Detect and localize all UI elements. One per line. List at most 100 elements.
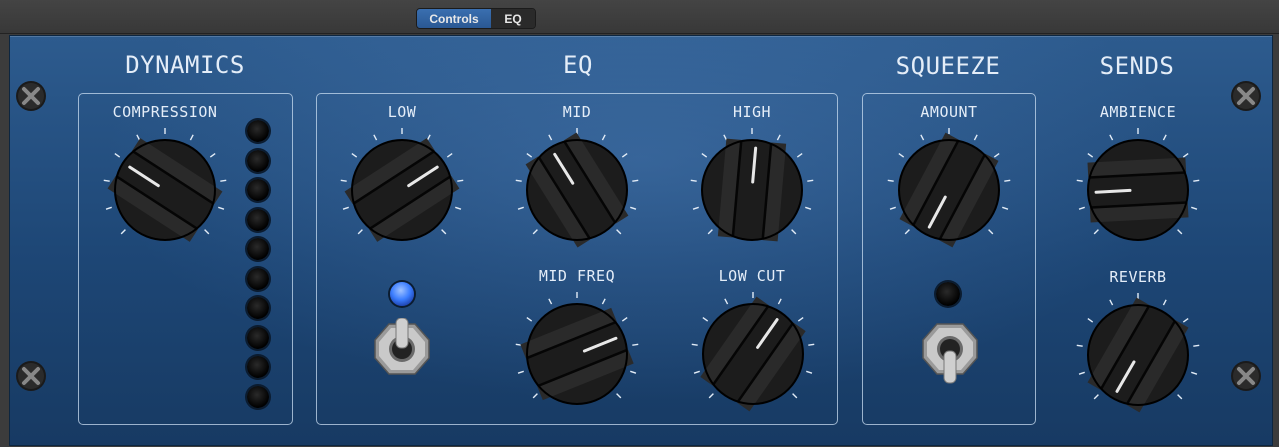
knob-tick xyxy=(1177,229,1183,235)
knob-tick xyxy=(426,134,431,141)
knob-tick xyxy=(887,179,894,182)
knob-tick xyxy=(632,179,639,182)
knob-tick xyxy=(189,134,194,141)
knob-tick xyxy=(455,206,462,210)
knob-tick xyxy=(693,370,700,374)
meter-led xyxy=(247,297,269,319)
knob-tick xyxy=(708,393,714,399)
tab-controls[interactable]: Controls xyxy=(417,9,491,28)
knob-tick xyxy=(1076,179,1083,182)
amount-label: AMOUNT xyxy=(920,103,978,121)
knob-tick xyxy=(220,179,227,182)
knob-tick xyxy=(114,152,121,158)
knob-tick xyxy=(630,370,637,374)
eq-high-knob[interactable] xyxy=(687,125,817,255)
meter-led xyxy=(247,238,269,260)
knob-tick xyxy=(988,229,994,235)
meter-led xyxy=(247,356,269,378)
ambience-label: AMBIENCE xyxy=(1099,103,1177,121)
squeeze-amount-knob[interactable] xyxy=(884,125,1014,255)
knob-tick xyxy=(1109,299,1114,306)
knob-tick xyxy=(373,134,378,141)
knob-tick xyxy=(993,152,1000,158)
knob-tick xyxy=(973,134,978,141)
compression-knob[interactable] xyxy=(100,125,230,255)
ambience-send-knob[interactable] xyxy=(1073,125,1203,255)
high-label: HIGH xyxy=(732,103,772,121)
knob-tick xyxy=(616,229,622,235)
knob-tick xyxy=(532,393,538,399)
eq-mid-freq-knob[interactable] xyxy=(512,289,642,419)
knob-tick xyxy=(1109,134,1114,141)
meter-led xyxy=(247,267,269,290)
knob-tick xyxy=(792,393,798,399)
eq-low-cut-knob[interactable] xyxy=(688,289,818,419)
knob-tick xyxy=(621,316,628,322)
knob-tick xyxy=(1004,179,1011,182)
knob-tick xyxy=(1093,229,1099,235)
knob-tick xyxy=(1177,394,1183,400)
knob-tick xyxy=(806,370,813,374)
knob-tick xyxy=(1002,206,1009,210)
knob-tick xyxy=(548,298,553,305)
knob-tick xyxy=(707,229,713,235)
top-toolbar: Controls EQ xyxy=(0,0,1279,34)
knob-tick xyxy=(457,179,464,182)
knob-tick xyxy=(517,370,524,374)
knob-tick xyxy=(797,316,804,322)
eq-power-led xyxy=(390,282,414,306)
meter-led xyxy=(247,120,269,142)
knob-tick xyxy=(204,229,210,235)
screw-icon xyxy=(1231,81,1261,111)
knob-tick xyxy=(340,179,347,182)
knob-tick xyxy=(1191,371,1198,375)
knob-tick xyxy=(805,206,812,210)
knob-tick xyxy=(517,206,524,210)
knob-tick xyxy=(630,206,637,210)
reverb-send-knob[interactable] xyxy=(1073,290,1203,420)
knob-tick xyxy=(1193,179,1200,182)
knob-tick xyxy=(791,229,797,235)
knob-tick xyxy=(532,229,538,235)
eq-low-knob[interactable] xyxy=(337,125,467,255)
knob-tick xyxy=(357,229,363,235)
knob-tick xyxy=(1162,299,1167,306)
knob-tick xyxy=(1182,152,1189,158)
knob-tick xyxy=(1087,152,1094,158)
knob-tick xyxy=(342,206,349,210)
tab-eq[interactable]: EQ xyxy=(491,9,535,28)
knob-tick xyxy=(1078,371,1085,375)
meter-led xyxy=(247,326,269,349)
section-title-eq: EQ xyxy=(563,51,593,79)
section-title-squeeze: SQUEEZE xyxy=(895,52,1001,80)
low-label: LOW xyxy=(387,103,417,121)
knob-tick xyxy=(724,298,729,305)
knob-tick xyxy=(621,152,628,158)
meter-led xyxy=(247,385,269,408)
knob-tick xyxy=(702,316,709,322)
knob-tick xyxy=(808,343,815,346)
screw-icon xyxy=(16,361,46,391)
knob-tick xyxy=(120,229,126,235)
section-title-sends: SENDS xyxy=(1099,52,1175,80)
knob-tick xyxy=(548,134,553,141)
eq-enable-toggle[interactable] xyxy=(371,318,433,380)
knob-tick xyxy=(776,134,781,141)
low-cut-label: LOW CUT xyxy=(718,267,786,285)
knob-tick xyxy=(515,179,522,182)
knob-tick xyxy=(1191,206,1198,210)
knob-tick xyxy=(1076,344,1083,347)
knob-tick xyxy=(1162,134,1167,141)
knob-tick xyxy=(777,298,782,305)
knob-tick xyxy=(690,179,697,182)
knob-tick xyxy=(692,206,699,210)
meter-led xyxy=(247,208,269,231)
knob-tick xyxy=(446,152,453,158)
squeeze-enable-toggle[interactable] xyxy=(919,318,981,384)
knob-tick xyxy=(616,393,622,399)
knob-tick xyxy=(807,179,814,182)
eq-mid-knob[interactable] xyxy=(512,125,642,255)
section-title-dynamics: DYNAMICS xyxy=(125,51,245,79)
knob-tick xyxy=(103,179,110,182)
knob-tick xyxy=(526,152,533,158)
